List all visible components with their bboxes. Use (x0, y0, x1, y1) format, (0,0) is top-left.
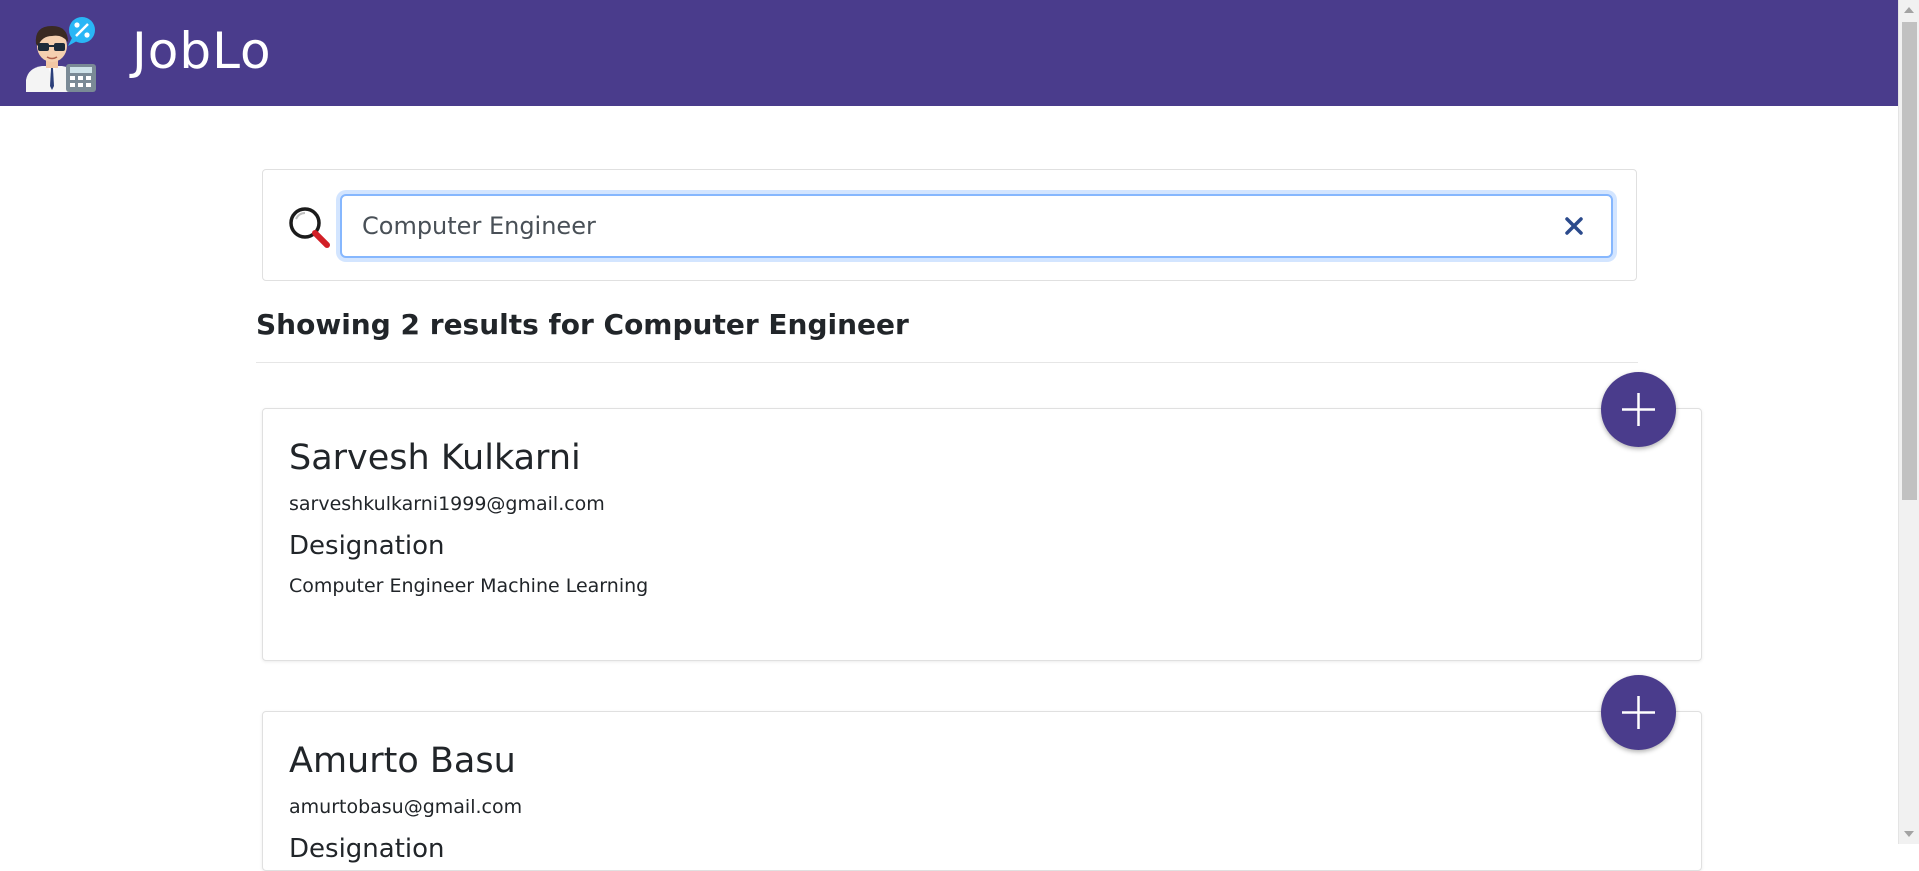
search-input[interactable] (342, 196, 1611, 256)
designation-label: Designation (289, 834, 445, 864)
magnifier-icon (287, 205, 331, 249)
results-heading: Showing 2 results for Computer Engineer (256, 308, 909, 341)
add-candidate-button[interactable] (1601, 372, 1676, 447)
candidate-name: Sarvesh Kulkarni (289, 438, 581, 478)
page-scrollbar[interactable] (1898, 0, 1919, 844)
add-candidate-button[interactable] (1601, 675, 1676, 750)
candidate-email: amurtobasu@gmail.com (289, 796, 523, 818)
accountant-avatar-icon (26, 17, 96, 92)
scrollbar-thumb[interactable] (1902, 22, 1917, 500)
app-logo[interactable] (22, 16, 100, 92)
plus-icon (1622, 393, 1655, 426)
scroll-up-icon[interactable] (1904, 7, 1914, 13)
candidate-name: Amurto Basu (289, 741, 516, 781)
top-navbar: JobLo (0, 0, 1898, 106)
close-icon[interactable] (1563, 215, 1585, 237)
search-card (262, 169, 1637, 281)
search-field[interactable] (340, 194, 1613, 258)
candidate-email: sarveshkulkarni1999@gmail.com (289, 493, 605, 515)
brand-title[interactable]: JobLo (132, 26, 272, 76)
divider (256, 362, 1638, 363)
scroll-down-icon[interactable] (1904, 831, 1914, 837)
result-card: Sarvesh Kulkarni sarveshkulkarni1999@gma… (262, 408, 1702, 661)
result-card: Amurto Basu amurtobasu@gmail.com Designa… (262, 711, 1702, 871)
plus-icon (1622, 696, 1655, 729)
designation-label: Designation (289, 531, 445, 561)
designation-value: Computer Engineer Machine Learning (289, 575, 649, 597)
